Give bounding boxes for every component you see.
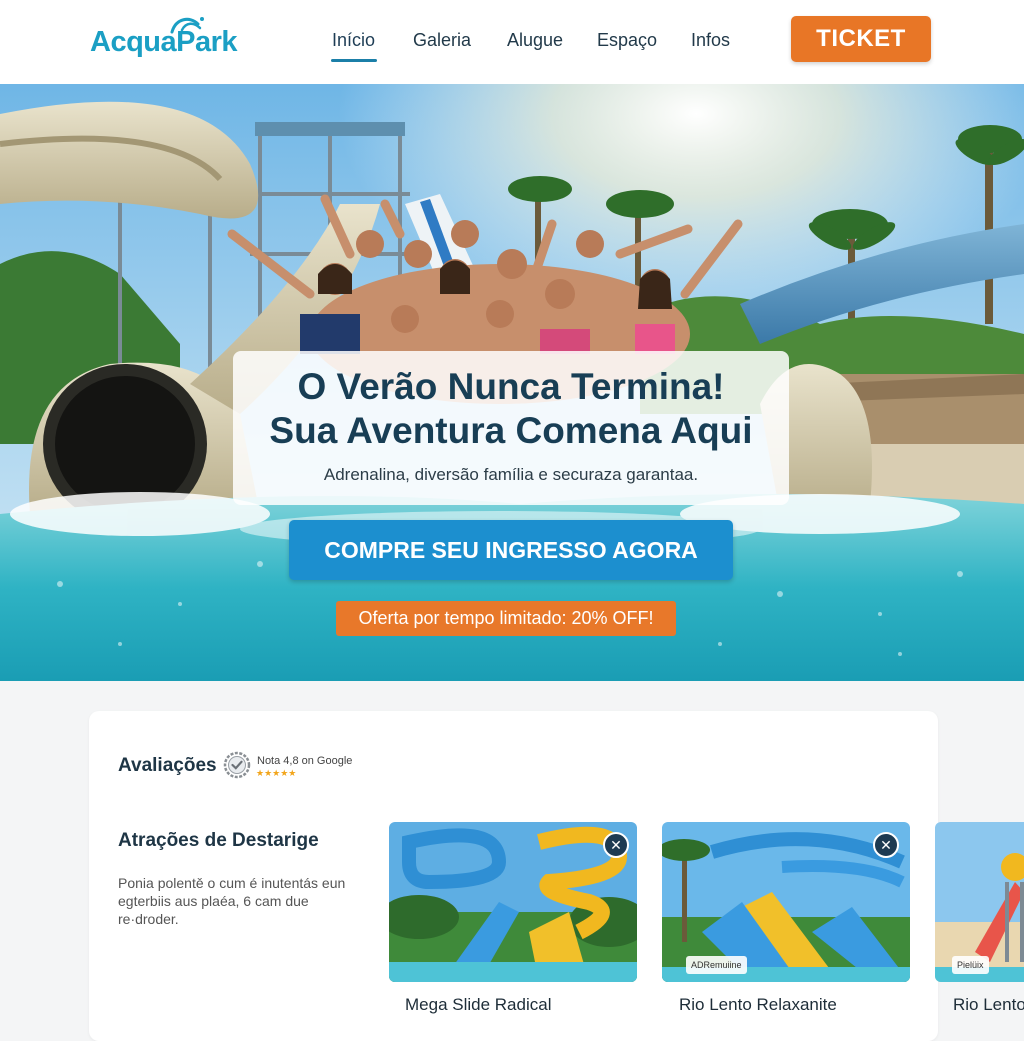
rating-seal-icon bbox=[223, 751, 251, 779]
site-header: AcquaPark Início Galeria Alugue Espaço I… bbox=[0, 0, 1024, 84]
attraction-card-rio-lento-2[interactable]: Pielüix bbox=[935, 822, 1024, 982]
attractions-description: Ponia polentě o cum é inutentás eun egte… bbox=[118, 875, 346, 927]
active-nav-indicator bbox=[331, 59, 377, 62]
nav-infos[interactable]: Infos bbox=[691, 30, 730, 51]
logo-text: AcquaPark bbox=[90, 26, 238, 58]
hero-subline: Adrenalina, diversão família e securaza … bbox=[323, 465, 699, 484]
headline-line-2: Sua Aventura Comena Aqui bbox=[269, 410, 753, 451]
nav-alugue[interactable]: Alugue bbox=[507, 30, 563, 51]
buy-ticket-cta-button[interactable]: COMPRE SEU INGRESSO AGORA bbox=[289, 520, 733, 580]
rating-stars: ★★★★★ bbox=[256, 768, 297, 778]
hero-banner: O Verão Nunca Termina! Sua Aventura Come… bbox=[0, 84, 1024, 681]
nav-inicio[interactable]: Início bbox=[332, 30, 375, 51]
nav-galeria[interactable]: Galeria bbox=[413, 30, 471, 51]
attraction-label-3: Rio Lento bbox=[953, 995, 1024, 1014]
google-rating-text: Nota 4,8 on Google bbox=[257, 755, 353, 767]
ticket-button[interactable]: TICKET bbox=[791, 16, 931, 62]
limited-offer-badge: Oferta por tempo limitado: 20% OFF! bbox=[336, 601, 676, 636]
attraction-tag: Pielüix bbox=[952, 956, 989, 974]
acquapark-logo[interactable]: AcquaPark bbox=[90, 14, 250, 64]
hero-headline-box: O Verão Nunca Termina! Sua Aventura Come… bbox=[233, 351, 789, 505]
close-icon[interactable]: ✕ bbox=[603, 832, 629, 858]
hero-headline: O Verão Nunca Termina! Sua Aventura Come… bbox=[233, 351, 789, 453]
close-icon[interactable]: ✕ bbox=[873, 832, 899, 858]
attractions-title: Atrações de Destarige bbox=[118, 830, 319, 851]
attraction-tag: ADRemuiine bbox=[686, 956, 747, 974]
nav-espaco[interactable]: Espaço bbox=[597, 30, 657, 51]
reviews-title: Avaliações bbox=[118, 755, 217, 776]
attraction-card-mega-slide[interactable]: ✕ bbox=[389, 822, 637, 982]
attraction-card-rio-lento[interactable]: ✕ ADRemuiine bbox=[662, 822, 910, 982]
attraction-image bbox=[389, 822, 637, 982]
headline-line-1: O Verão Nunca Termina! bbox=[297, 366, 725, 407]
attraction-label-1: Mega Slide Radical bbox=[405, 995, 552, 1014]
attraction-label-2: Rio Lento Relaxanite bbox=[679, 995, 837, 1014]
